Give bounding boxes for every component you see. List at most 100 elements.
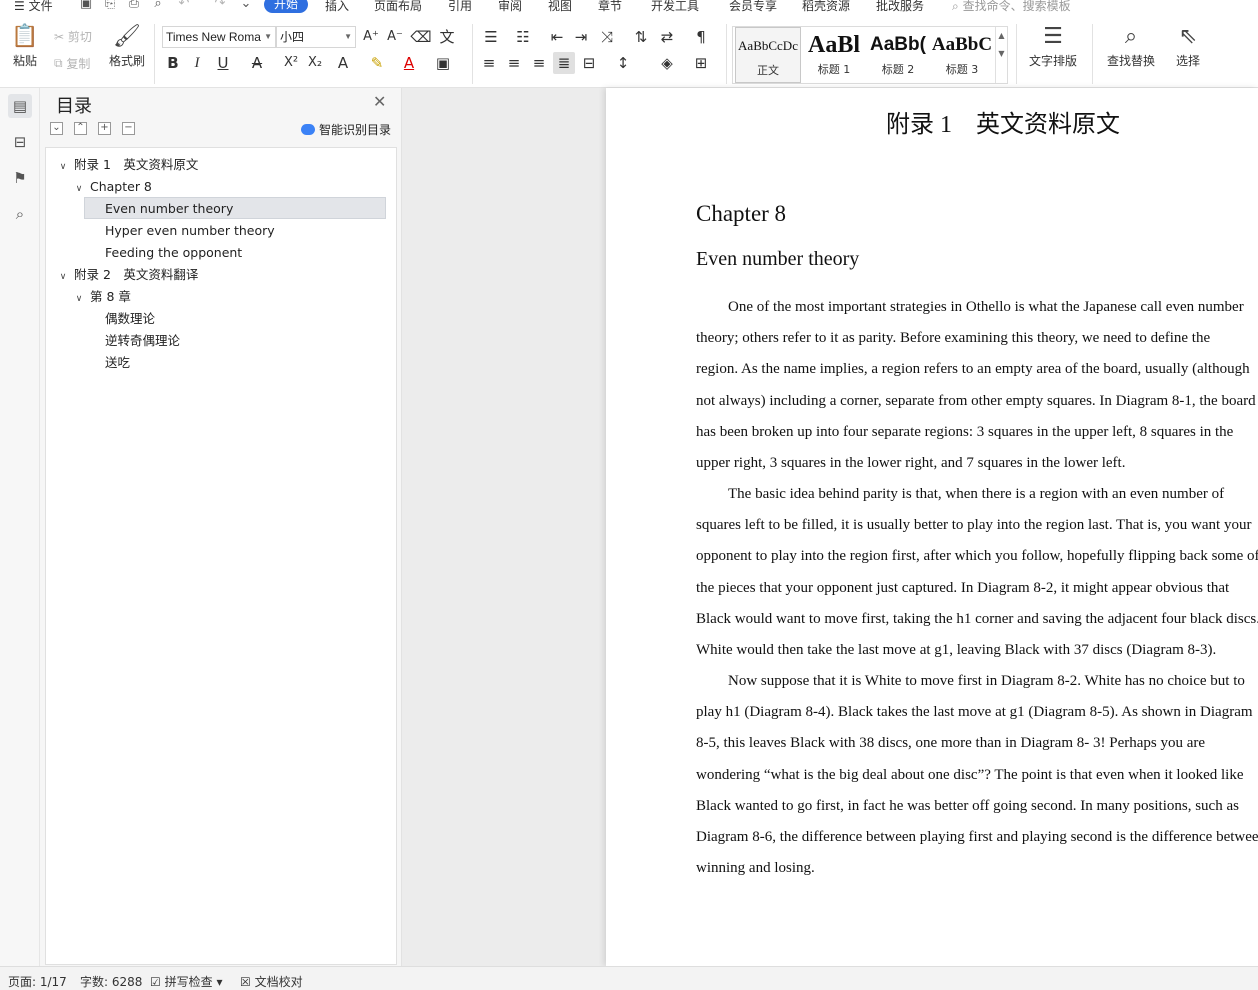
quick-access-dropdown-icon[interactable]: ⌄ — [238, 0, 254, 11]
style-heading-2[interactable]: AaBb( 标题 2 — [865, 27, 931, 83]
grow-font-icon[interactable]: A⁺ — [360, 26, 382, 48]
expand-all-icon[interactable]: ⌃ — [74, 122, 87, 135]
navigation-strip: ▤ ⊟ ⚑ ⌕ — [0, 88, 40, 966]
align-center-icon[interactable]: ≡ — [503, 52, 525, 74]
underline-icon[interactable]: U — [212, 52, 234, 74]
text-line: not always) including a corner, separate… — [696, 392, 1256, 409]
cut-button[interactable]: ✂ 剪切 — [54, 28, 92, 45]
font-color-icon[interactable]: A — [398, 52, 420, 74]
decrease-indent-icon[interactable]: ⇤ — [546, 26, 568, 48]
font-name-select[interactable]: Times New Roma ▼ — [162, 26, 276, 48]
tab-member[interactable]: 会员专享 — [729, 0, 777, 14]
tab-correction[interactable]: 批改服务 — [876, 0, 924, 14]
shading-icon[interactable]: ◈ — [656, 52, 678, 74]
text-effect-icon[interactable]: A — [332, 52, 354, 74]
search-icon[interactable]: ⌕ — [8, 202, 32, 226]
highlight-icon[interactable]: ✎ — [366, 52, 388, 74]
tab-developer[interactable]: 开发工具 — [651, 0, 699, 14]
save-icon[interactable]: ▣ — [78, 0, 94, 11]
word-count[interactable]: 字数: 6288 — [80, 973, 142, 990]
toc-node[interactable]: Hyper even number theory — [46, 220, 386, 242]
redo-icon[interactable]: ↷ — [212, 0, 228, 11]
toc-node-selected[interactable]: Even number theory — [84, 197, 386, 219]
file-menu[interactable]: ☰ 文件 — [14, 0, 53, 14]
clear-format-icon[interactable]: ⌫ — [410, 26, 432, 48]
toc-node[interactable]: ∨ 第 8 章 — [46, 286, 386, 308]
subscript-icon[interactable]: X₂ — [304, 52, 326, 74]
paste-button[interactable]: 📋 粘贴 — [6, 22, 44, 69]
superscript-icon[interactable]: X² — [280, 52, 302, 74]
tab-page-layout[interactable]: 页面布局 — [374, 0, 422, 14]
bookmark-icon[interactable]: ⚑ — [8, 166, 32, 190]
character-border-icon[interactable]: ▣ — [432, 52, 454, 74]
align-right-icon[interactable]: ≡ — [528, 52, 550, 74]
style-normal[interactable]: AaBbCcDc 正文 — [735, 27, 801, 83]
shrink-font-icon[interactable]: A⁻ — [384, 26, 406, 48]
borders-icon[interactable]: ⊞ — [690, 52, 712, 74]
line-spacing-icon[interactable]: ↕ — [612, 52, 634, 74]
tab-chapter[interactable]: 章节 — [598, 0, 622, 14]
toc-node[interactable]: ∨ 附录 1 英文资料原文 — [46, 154, 386, 176]
text-line: play h1 (Diagram 8-4). Black takes the l… — [696, 704, 1253, 721]
chapter-nav-icon[interactable]: ⊟ — [8, 130, 32, 154]
bold-icon[interactable]: B — [162, 52, 184, 74]
smart-toc-button[interactable]: 智能识别目录 — [301, 121, 391, 138]
close-icon[interactable]: ✕ — [373, 92, 386, 111]
phonetic-guide-icon[interactable]: 文 — [436, 26, 458, 48]
font-name-value: Times New Roma — [166, 30, 261, 44]
tab-references[interactable]: 引用 — [448, 0, 472, 14]
distributed-align-icon[interactable]: ⊟ — [578, 52, 600, 74]
tab-docer-resources[interactable]: 稻壳资源 — [802, 0, 850, 14]
text-layout-button[interactable]: ☰ 文字排版 — [1022, 22, 1084, 69]
sort-icon[interactable]: ⇅ — [630, 26, 652, 48]
align-left-icon[interactable]: ≡ — [478, 52, 500, 74]
toc-node[interactable]: Feeding the opponent — [46, 242, 386, 264]
justify-icon[interactable]: ≣ — [553, 52, 575, 74]
toc-pane-icon[interactable]: ▤ — [8, 94, 32, 118]
proofread-button[interactable]: ☒ 文档校对 — [240, 973, 303, 990]
format-painter-button[interactable]: 🖌 格式刷 — [106, 22, 148, 69]
export-icon[interactable]: ⎘ — [102, 0, 118, 11]
select-button[interactable]: ⇖ 选择 — [1168, 22, 1208, 69]
bullet-list-icon[interactable]: ☰ — [480, 26, 502, 48]
tab-view[interactable]: 视图 — [548, 0, 572, 14]
find-replace-button[interactable]: ⌕ 查找替换 — [1100, 22, 1162, 69]
remove-heading-icon[interactable]: − — [122, 122, 135, 135]
increase-indent-icon[interactable]: ⇥ — [570, 26, 592, 48]
strikethrough-icon[interactable]: A — [246, 52, 268, 74]
chevron-down-icon: ▼ — [998, 49, 1005, 58]
smart-toc-label: 智能识别目录 — [319, 123, 392, 137]
print-preview-icon[interactable]: ⌕ — [150, 0, 166, 11]
style-heading-1[interactable]: AaBl 标题 1 — [801, 27, 867, 83]
tab-insert[interactable]: 插入 — [325, 0, 349, 14]
copy-button[interactable]: ⧉ 复制 — [54, 55, 90, 72]
text-direction-icon[interactable]: ⇄ — [656, 26, 678, 48]
styles-scroller[interactable]: ▲ ▼ — [995, 27, 1007, 83]
ribbon-divider — [1016, 24, 1017, 84]
toc-node[interactable]: 送吃 — [46, 352, 386, 374]
show-marks-icon[interactable]: ¶ — [690, 26, 712, 48]
toc-node[interactable]: ∨ 附录 2 英文资料翻译 — [46, 264, 386, 286]
font-size-select[interactable]: 小四 ▼ — [276, 26, 356, 48]
tab-review[interactable]: 审阅 — [498, 0, 522, 14]
add-heading-icon[interactable]: + — [98, 122, 111, 135]
style-heading-3[interactable]: AaBbC 标题 3 — [929, 27, 995, 83]
text-layout-label: 文字排版 — [1028, 54, 1077, 68]
collapse-all-icon[interactable]: ⌄ — [50, 122, 63, 135]
paste-label: 粘贴 — [12, 54, 37, 68]
undo-icon[interactable]: ↶ — [176, 0, 192, 11]
print-icon[interactable]: ⎙ — [126, 0, 142, 11]
command-search[interactable]: ⌕ 查找命令、搜索模板 — [952, 0, 1071, 14]
italic-icon[interactable]: I — [186, 52, 208, 74]
chinese-layout-icon[interactable]: ⤨ — [596, 26, 618, 48]
toc-node[interactable]: 逆转奇偶理论 — [46, 330, 386, 352]
page-indicator[interactable]: 页面: 1/17 — [8, 973, 67, 990]
document-page[interactable]: 附录 1 英文资料原文 Chapter 8 Even number theory… — [606, 88, 1258, 966]
spell-check-button[interactable]: ☑ 拼写检查 ▾ — [150, 973, 222, 990]
toc-node[interactable]: ∨ Chapter 8 — [46, 176, 386, 198]
toc-node-label: 偶数理论 — [105, 311, 156, 326]
toc-node[interactable]: 偶数理论 — [46, 308, 386, 330]
font-size-value: 小四 — [280, 30, 305, 44]
tab-home[interactable]: 开始 — [264, 0, 309, 13]
numbered-list-icon[interactable]: ☷ — [512, 26, 534, 48]
